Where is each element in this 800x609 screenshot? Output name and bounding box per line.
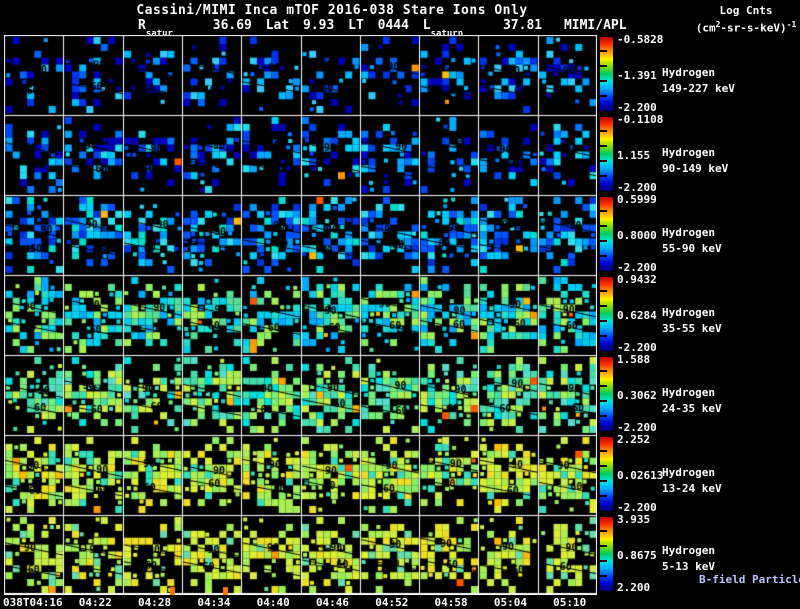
cb-mid: 0.02613 <box>617 469 664 482</box>
colorbar-row2 <box>600 117 613 191</box>
cb-mid: 0.8675 <box>617 549 657 562</box>
row6-species-label: Hydrogen 13-24 keV <box>662 466 722 495</box>
row4-species-label: Hydrogen 35-55 keV <box>662 306 722 335</box>
colorbar-row7 <box>600 517 613 591</box>
cb-mid: 0.3062 <box>617 389 657 402</box>
colorbar-row4 <box>600 277 613 351</box>
colorbar-tick <box>600 254 607 257</box>
colorbar-tick <box>600 559 607 562</box>
bfield-particle-flow-label: B-field Particle Flow <box>699 573 800 586</box>
colorbar-tick <box>600 130 607 133</box>
row5-species-label: Hydrogen 24-35 keV <box>662 386 722 415</box>
colorbar-tick <box>600 239 607 242</box>
r-value: 36.69 <box>212 18 252 33</box>
colorbar-tick <box>600 210 607 213</box>
x-axis-label-1: 04:22 <box>78 596 112 609</box>
cb-max: 3.935 <box>617 513 651 526</box>
colorbar-tick <box>600 399 607 402</box>
x-axis-label-5: 04:46 <box>315 596 350 609</box>
colorbar-tick <box>600 494 607 497</box>
colorbar-tick <box>600 159 607 162</box>
colorbar-row3 <box>600 197 613 271</box>
legend-line2: (cm2-sr-s-keV)-1 <box>695 20 797 35</box>
colorbar-tick <box>600 465 607 468</box>
colorbar-tick <box>600 174 607 177</box>
colorbar-tick <box>600 290 607 293</box>
colorbar-tick <box>600 225 607 228</box>
row1-species-label: Hydrogen 149-227 keV <box>662 66 735 95</box>
x-axis-label-2: 04:28 <box>138 596 172 609</box>
x-axis-label-7: 04:58 <box>434 596 468 609</box>
colorbar-row1 <box>600 37 613 111</box>
colorbar-tick <box>600 79 607 82</box>
x-axis-label-9: 05:10 <box>553 596 587 609</box>
colorbar-tick <box>600 50 607 53</box>
cb-min: 2.200 <box>617 581 651 594</box>
colorbar-tick <box>600 65 607 68</box>
page-subtitle: Rsatur 36.69 Lat 9.93 LT 0444 Lsaturn 37… <box>138 18 633 39</box>
colorbar-tick <box>600 334 607 337</box>
spectrogram-tiles-canvas <box>4 35 597 595</box>
x-axis-label-8: 05:04 <box>493 596 527 609</box>
cb-max: 1.588 <box>617 353 651 366</box>
cb-max: -0.5828 <box>617 33 664 46</box>
lt-label: LT <box>348 18 364 33</box>
lt-value: 0444 <box>377 18 409 33</box>
x-axis-label-3: 04:34 <box>197 596 231 609</box>
colorbar-tick <box>600 545 607 548</box>
row3-species-label: Hydrogen 55-90 keV <box>662 226 722 255</box>
colorbar-tick <box>600 145 607 148</box>
colorbar-tick <box>600 385 607 388</box>
x-axis-label-4: 04:40 <box>256 596 290 609</box>
x-axis-label-0: 038T04:16 <box>3 596 63 609</box>
colorbar-tick <box>600 530 607 533</box>
r-label: R <box>138 18 146 33</box>
cb-max: -0.1108 <box>617 113 664 126</box>
org-label: MIMI/APL <box>563 18 627 33</box>
cb-max: 2.252 <box>617 433 651 446</box>
colorbar-tick <box>600 414 607 417</box>
colorbar-row6 <box>600 437 613 511</box>
row2-species-label: Hydrogen 90-149 keV <box>662 146 729 175</box>
l-value: 37.81 <box>502 18 543 33</box>
cb-max: 0.9432 <box>617 273 657 286</box>
colorbar-tick <box>600 94 607 97</box>
colorbar-tick <box>600 479 607 482</box>
cb-mid: 1.155 <box>617 149 651 162</box>
colorbar-tick <box>600 450 607 453</box>
colorbar-units-legend: Log Cnts (cm2-sr-s-keV)-1 <box>694 4 798 36</box>
row7-species-label: Hydrogen 5-13 keV <box>662 544 715 573</box>
cb-mid: 0.6284 <box>617 309 657 322</box>
colorbar-tick <box>600 319 607 322</box>
l-label: L <box>422 18 431 33</box>
cb-max: 0.5999 <box>617 193 657 206</box>
legend-line1: Log Cnts <box>719 4 773 17</box>
page-title: Cassini/MIMI Inca mTOF 2016-038 Stare Io… <box>136 3 528 18</box>
cb-mid: -1.391 <box>617 69 657 82</box>
cb-mid: 0.8000 <box>617 229 657 242</box>
spectrogram-page: { "title": { "line1": "Cassini/MIMI Inca… <box>0 0 800 609</box>
colorbar-tick <box>600 370 607 373</box>
colorbar-row5 <box>600 357 613 431</box>
x-axis-label-6: 04:52 <box>375 596 409 609</box>
colorbar-tick <box>600 305 607 308</box>
lat-label: Lat <box>265 18 290 33</box>
lat-value: 9.93 <box>303 18 335 33</box>
colorbar-tick <box>600 574 607 577</box>
